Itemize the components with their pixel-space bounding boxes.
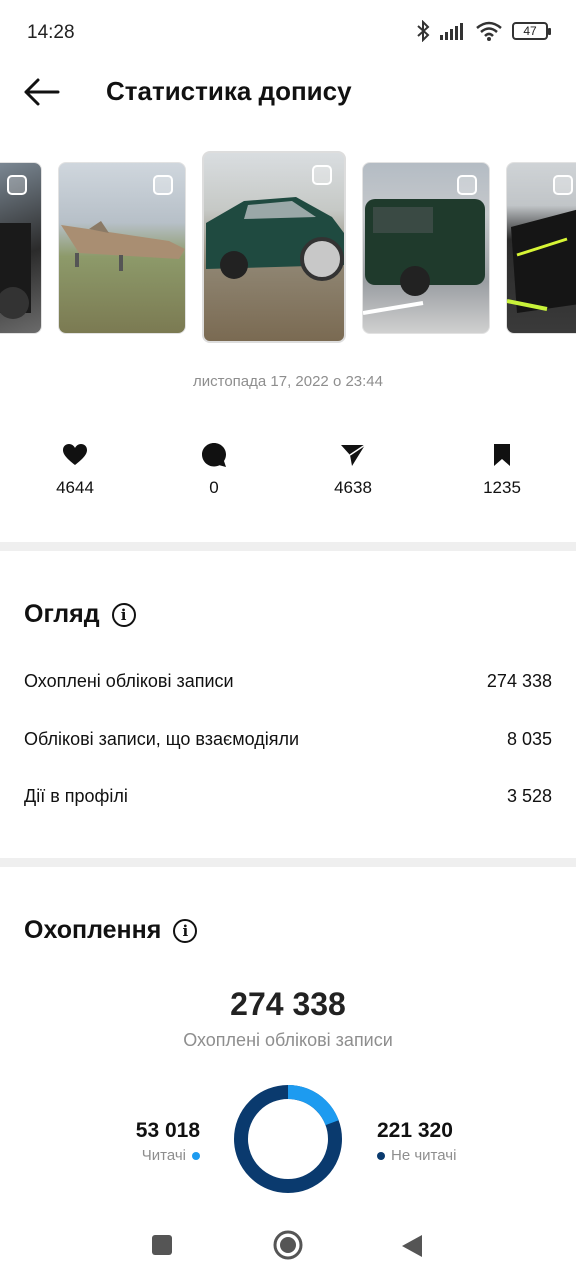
metric-label: Охоплені облікові записи (24, 671, 234, 691)
followers-legend: 53 018 Читачі (136, 1119, 200, 1164)
status-time: 14:28 (27, 22, 75, 43)
section-divider (0, 858, 576, 867)
likes-count: 4644 (25, 440, 125, 498)
reach-title: Охоплення (24, 916, 162, 944)
followers-label: Читачі (141, 1147, 186, 1164)
non-followers-dot (377, 1151, 385, 1160)
select-checkbox[interactable] (553, 175, 573, 195)
non-followers-label-row: Не читачі (377, 1147, 456, 1164)
header: Статистика допису (0, 66, 576, 120)
metric-row[interactable]: Облікові записи, що взаємодіяли 8 035 (24, 729, 552, 750)
bluetooth-icon (417, 20, 430, 42)
square-icon (152, 1235, 172, 1255)
post-thumbnail[interactable] (0, 162, 42, 334)
select-checkbox[interactable] (312, 165, 332, 185)
post-thumbnail[interactable] (506, 162, 576, 334)
shares-count: 4638 (303, 440, 403, 498)
metric-row[interactable]: Охоплені облікові записи 274 338 (24, 671, 552, 692)
reach-total: 274 338 (230, 986, 346, 1022)
post-date: листопада 17, 2022 о 23:44 (192, 373, 383, 390)
home-button[interactable] (273, 1230, 303, 1265)
overview-heading: Огляд i (24, 600, 136, 629)
status-icons: 47 (416, 20, 551, 42)
signal-icon (440, 23, 463, 40)
select-checkbox[interactable] (457, 175, 477, 195)
page-title: Статистика допису (106, 76, 352, 106)
reach-donut-chart (234, 1085, 342, 1193)
metric-value: 274 338 (486, 671, 552, 691)
metric-value: 3 528 (506, 786, 552, 806)
post-thumbnail[interactable] (58, 162, 186, 334)
interaction-counts: 4644 0 4638 1235 (0, 440, 576, 510)
heart-icon (63, 444, 87, 465)
select-checkbox[interactable] (7, 175, 27, 195)
back-nav-button[interactable] (401, 1234, 423, 1263)
recents-button[interactable] (151, 1234, 173, 1261)
comments-count: 0 (164, 440, 264, 498)
metric-row[interactable]: Дії в профілі 3 528 (24, 786, 552, 807)
arrow-left-icon (24, 78, 60, 106)
saves-count: 1235 (452, 440, 552, 498)
section-divider (0, 542, 576, 551)
metric-value: 8 035 (506, 729, 552, 749)
circle-icon (273, 1230, 303, 1260)
triangle-back-icon (402, 1235, 422, 1257)
status-bar: 14:28 47 (0, 0, 576, 66)
wifi-icon (476, 21, 502, 41)
comment-icon (202, 443, 226, 467)
followers-value: 53 018 (135, 1119, 200, 1142)
followers-dot (192, 1151, 200, 1160)
share-icon (341, 444, 366, 466)
followers-label-row: Читачі (136, 1147, 200, 1164)
metric-label: Дії в профілі (24, 786, 128, 806)
post-thumbnail[interactable] (362, 162, 490, 334)
reach-subtitle: Охоплені облікові записи (183, 1030, 393, 1050)
info-icon[interactable]: i (173, 918, 198, 943)
battery-indicator: 47 (512, 22, 551, 40)
metric-label: Облікові записи, що взаємодіяли (24, 729, 300, 749)
non-followers-legend: 221 320 Не читачі (377, 1119, 456, 1164)
overview-title: Огляд (24, 600, 100, 628)
select-checkbox[interactable] (153, 175, 173, 195)
system-nav-bar (0, 1214, 576, 1280)
post-thumbnail-selected[interactable] (202, 151, 346, 343)
post-carousel[interactable] (0, 150, 576, 346)
reach-heading: Охоплення i (24, 916, 198, 945)
back-button[interactable] (22, 76, 60, 108)
bookmark-icon (494, 444, 510, 466)
non-followers-value: 221 320 (377, 1119, 453, 1142)
non-followers-label: Не читачі (391, 1147, 457, 1164)
info-icon[interactable]: i (111, 602, 136, 627)
